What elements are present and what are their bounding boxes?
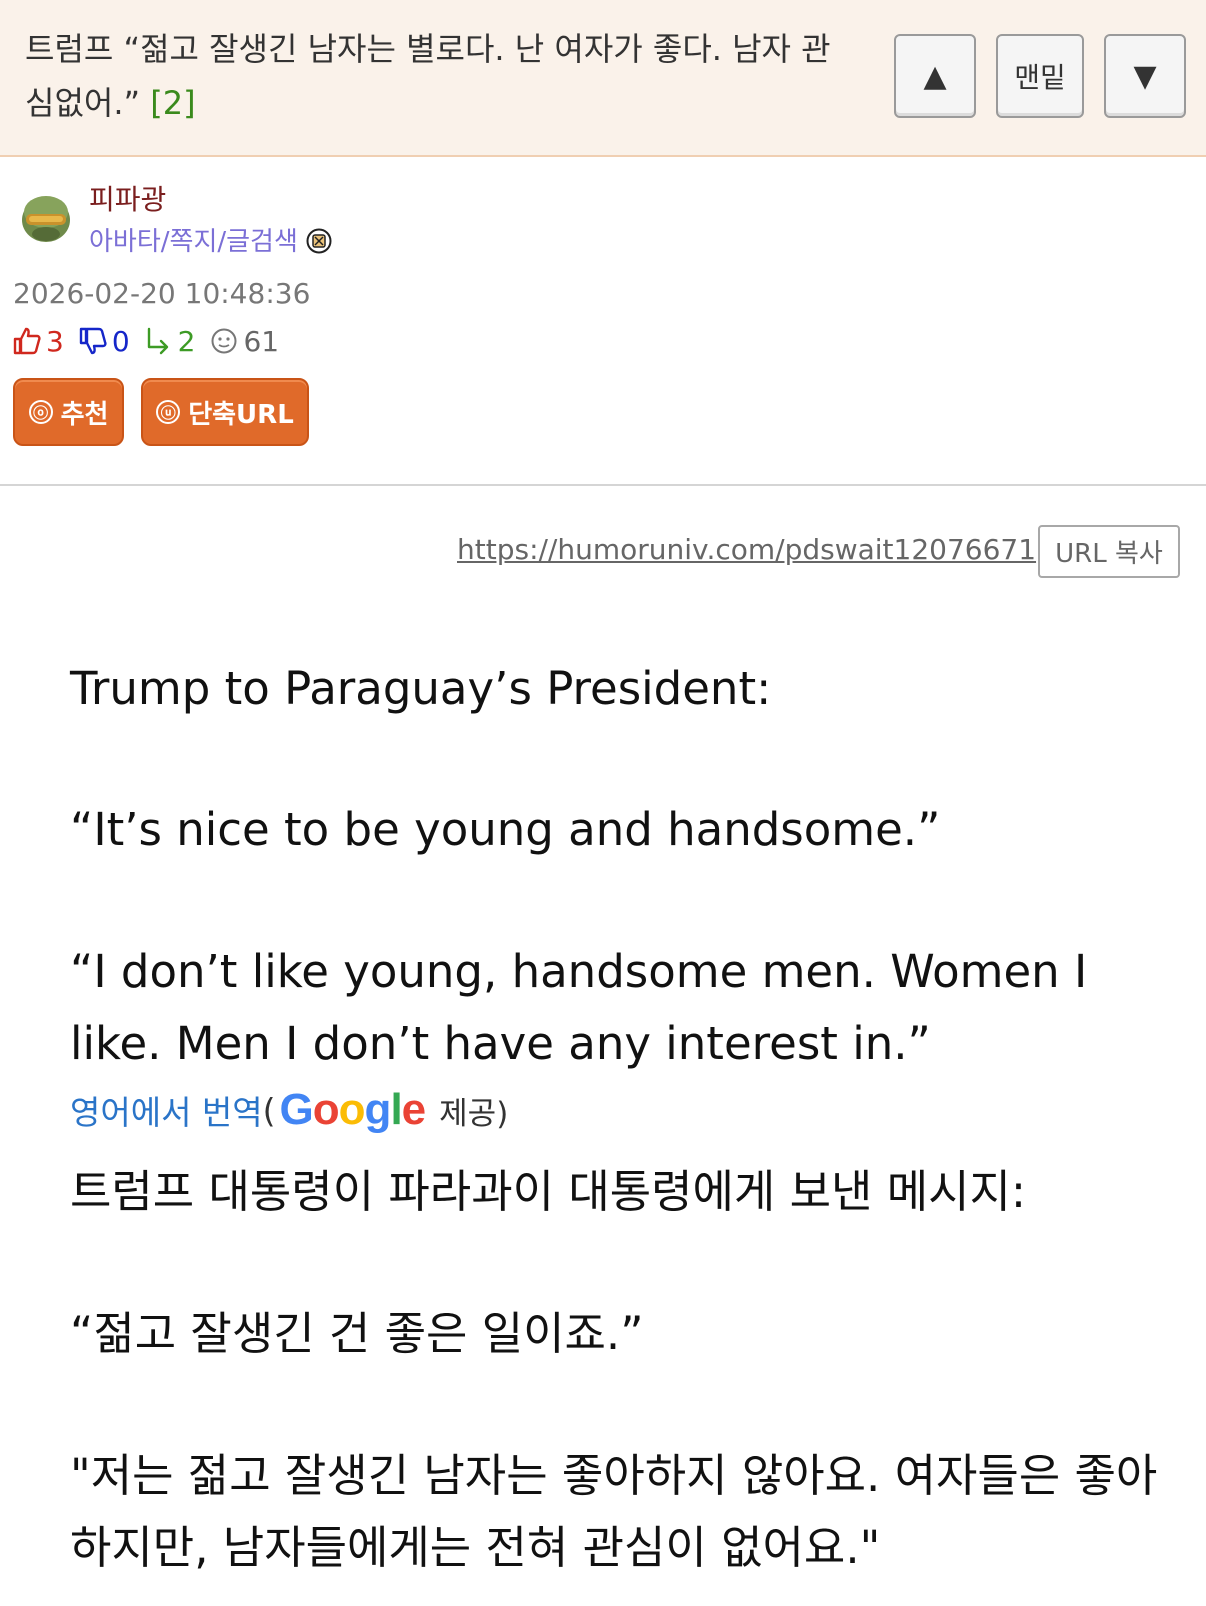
post-url-link[interactable]: https://humoruniv.com/pdswait12076671: [457, 533, 1036, 566]
post-text-en-3: “I don’t like young, handsome men. Women…: [70, 945, 1088, 1070]
thumbs-up-icon[interactable]: [12, 326, 42, 356]
author-name[interactable]: 피파광: [89, 178, 166, 218]
scroll-bottom-button[interactable]: 맨밑: [996, 34, 1084, 118]
section-divider: [0, 484, 1206, 486]
downvote-count: 0: [111, 324, 130, 358]
short-url-button[interactable]: ⓤ 단축URL: [141, 378, 309, 446]
up-arrow-icon: ▲: [923, 58, 947, 94]
thumbs-down-icon[interactable]: [78, 326, 108, 356]
post-text-en-2: “It’s nice to be young and handsome.”: [70, 803, 941, 856]
short-url-circle-icon: ⓤ: [156, 400, 181, 424]
scroll-down-button[interactable]: ▼: [1104, 34, 1186, 118]
post-text-ko-3: "저는 젊고 잘생긴 남자는 좋아하지 않아요. 여자들은 좋아하지만, 남자들…: [70, 1449, 1158, 1574]
recommend-circle-icon: ⓞ: [28, 400, 53, 424]
google-logo: Google: [279, 1085, 427, 1134]
reply-count: 2: [177, 324, 196, 358]
down-arrow-icon: ▼: [1133, 58, 1157, 94]
recommend-label: 추천: [60, 399, 109, 430]
paren-open: (: [262, 1090, 276, 1130]
recommend-button[interactable]: ⓞ 추천: [13, 378, 124, 446]
post-title-text: 트럼프 “젊고 잘생긴 남자는 별로다. 난 여자가 좋다. 남자 관심없어.”: [25, 30, 831, 122]
reply-arrow-icon: [147, 327, 168, 355]
post-title: 트럼프 “젊고 잘생긴 남자는 별로다. 난 여자가 좋다. 남자 관심없어.”…: [25, 22, 855, 130]
view-face-icon: [211, 328, 237, 354]
post-text-ko-2: “젊고 잘생긴 건 좋은 일이죠.”: [70, 1307, 644, 1360]
helmet-avatar-icon[interactable]: [20, 190, 72, 244]
level-badge-icon: [306, 228, 332, 254]
comment-count[interactable]: [2]: [150, 84, 195, 122]
post-text-en-1: Trump to Paraguay’s President:: [70, 662, 772, 715]
translate-link[interactable]: 영어에서 번역: [70, 1086, 263, 1134]
post-text-ko-1: 트럼프 대통령이 파라과이 대통령에게 보낸 메시지:: [70, 1165, 1027, 1218]
url-copy-button[interactable]: URL 복사: [1038, 525, 1180, 578]
post-date: 2026-02-20 10:48:36: [13, 277, 311, 310]
scroll-up-button[interactable]: ▲: [894, 34, 976, 118]
post-page: 트럼프 “젊고 잘생긴 남자는 별로다. 난 여자가 좋다. 남자 관심없어.”…: [0, 0, 1206, 1606]
provided-by-label: 제공): [439, 1095, 509, 1132]
view-count: 61: [243, 324, 280, 358]
post-header: 트럼프 “젊고 잘생긴 남자는 별로다. 난 여자가 좋다. 남자 관심없어.”…: [0, 0, 1206, 157]
translation-attribution: 영어에서 번역 ( Google 제공): [70, 1085, 508, 1135]
upvote-count: 3: [46, 324, 64, 358]
post-stats: 3 0 2 61: [12, 323, 293, 359]
author-links[interactable]: 아바타/쪽지/글검색: [89, 221, 298, 258]
short-url-label: 단축URL: [188, 399, 294, 430]
